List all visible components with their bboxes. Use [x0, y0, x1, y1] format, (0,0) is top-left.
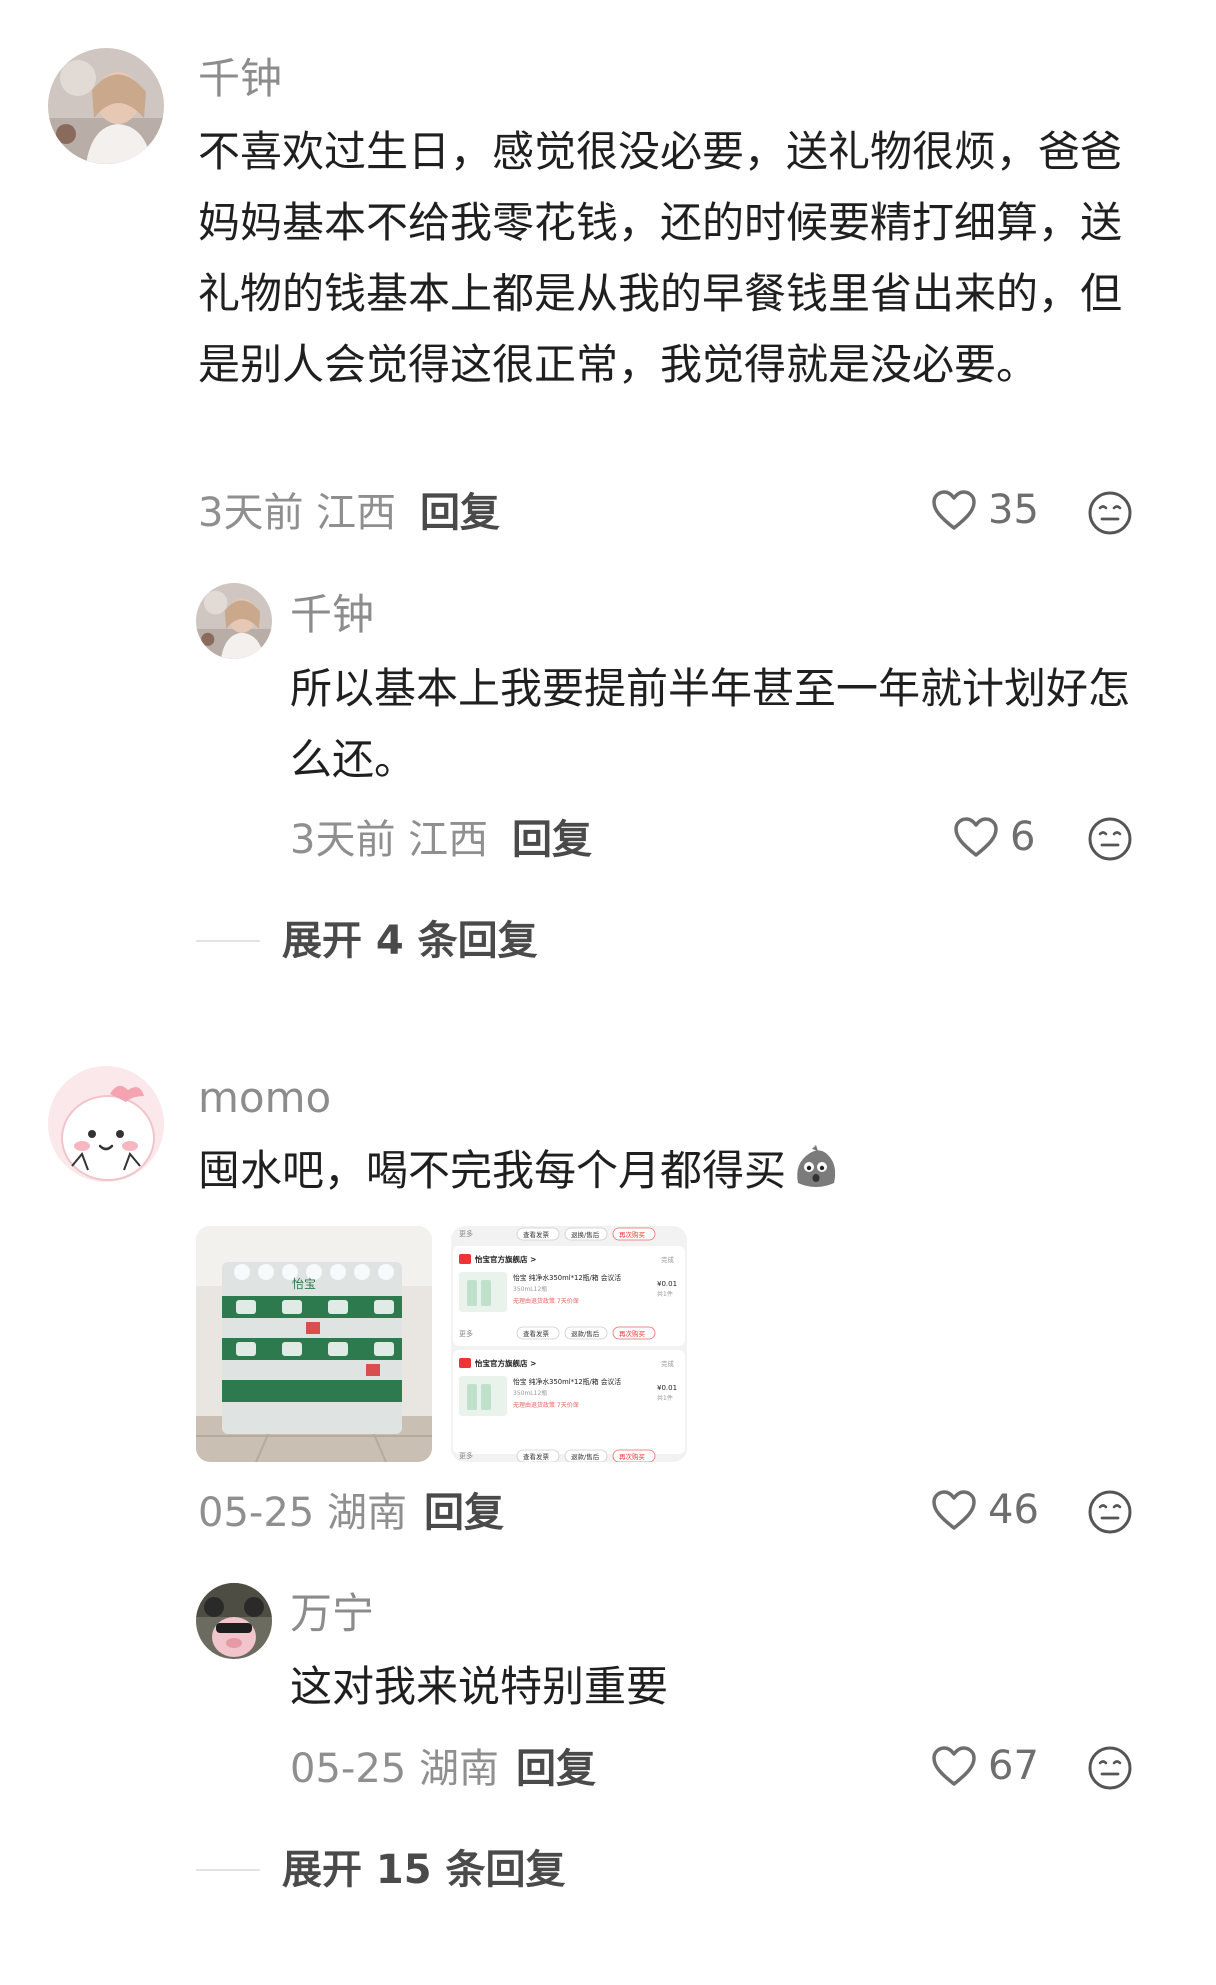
order-bottom-rebuy: 再次购买: [619, 1452, 646, 1461]
order-rebuy: 再次购买: [619, 1329, 646, 1338]
expand-replies-label: 展开 15 条回复: [282, 1847, 566, 1893]
reply-button[interactable]: 回复: [512, 820, 592, 860]
order-shop-name: 怡宝官方旗舰店 >: [475, 1254, 536, 1264]
reply-button[interactable]: 回复: [516, 1749, 596, 1789]
heart-outline-icon: [954, 817, 998, 857]
like-count: 46: [988, 1487, 1039, 1533]
order-product-title: 怡宝 纯净水350ml*12瓶/箱 会议活: [513, 1273, 621, 1282]
neutral-face-icon: [1088, 1490, 1132, 1534]
like-count: 35: [988, 487, 1039, 533]
neutral-face-icon: [1088, 817, 1132, 861]
like-button[interactable]: 67: [930, 1744, 1039, 1788]
order-top-invoice: 查看发票: [523, 1230, 550, 1239]
comment-author[interactable]: 千钟: [198, 58, 282, 100]
comment-meta: 3天前 江西: [198, 490, 397, 536]
comment-text-content: 囤水吧，喝不完我每个月都得买: [198, 1146, 787, 1195]
heart-outline-icon: [932, 1490, 976, 1530]
comment-author[interactable]: momo: [198, 1077, 331, 1119]
comment-text: 囤水吧，喝不完我每个月都得买: [198, 1135, 1140, 1206]
order-product-spec: 350mL12瓶: [513, 1285, 547, 1293]
order-invoice: 查看发票: [523, 1329, 550, 1338]
order-price: ¥0.01: [657, 1384, 677, 1392]
like-count: 67: [988, 1743, 1039, 1789]
order-aftersale: 退款/售后: [571, 1329, 600, 1338]
like-button[interactable]: 6: [952, 815, 1035, 859]
emoji-reaction-button[interactable]: [1087, 816, 1133, 862]
reply-text: 这对我来说特别重要: [290, 1662, 669, 1711]
order-bottom-invoice: 查看发票: [523, 1452, 550, 1461]
heart-outline-icon: [932, 490, 976, 530]
order-bottom-more: 更多: [459, 1451, 473, 1460]
divider-line: [196, 1869, 260, 1871]
photo-brand-label: 怡宝: [292, 1277, 316, 1291]
order-bottom-aftersale: 退款/售后: [571, 1452, 600, 1461]
order-top-aftersale: 退换/售后: [571, 1230, 600, 1239]
order-top-rebuy: 再次购买: [619, 1230, 646, 1239]
comment-text: 不喜欢过生日，感觉很没必要，送礼物很烦，爸爸妈妈基本不给我零花钱，还的时候要精打…: [198, 127, 1123, 389]
emoji-reaction-button[interactable]: [1087, 490, 1133, 536]
order-top-more: 更多: [459, 1229, 473, 1238]
rock-face-emoji: [797, 1145, 836, 1187]
expand-replies-button[interactable]: 展开 15 条回复: [196, 1850, 566, 1890]
neutral-face-icon: [1088, 1746, 1132, 1790]
reply-meta: 3天前 江西: [290, 817, 489, 863]
avatar[interactable]: [48, 48, 164, 164]
expand-replies-label: 展开 4 条回复: [282, 918, 538, 964]
order-qty: 共1件: [657, 1394, 673, 1402]
reply-avatar[interactable]: [196, 1583, 272, 1659]
reply-author[interactable]: 千钟: [290, 594, 374, 636]
avatar[interactable]: [48, 1066, 164, 1182]
reply-button[interactable]: 回复: [424, 1493, 504, 1533]
emoji-reaction-button[interactable]: [1087, 1489, 1133, 1535]
reply-author[interactable]: 万宁: [290, 1593, 374, 1635]
order-product-tags: 无理由退货政策 7天价保: [513, 1297, 579, 1305]
comment-meta: 05-25 湖南: [198, 1490, 407, 1536]
reply-button[interactable]: 回复: [420, 493, 500, 533]
comment-image-orders[interactable]: 更多 查看发票 退换/售后 再次购买 怡宝官方旗舰店 > 完成 怡宝 纯净水35…: [451, 1226, 687, 1462]
neutral-face-icon: [1088, 491, 1132, 535]
order-shop-name: 怡宝官方旗舰店 >: [475, 1358, 536, 1368]
divider-line: [196, 940, 260, 942]
order-qty: 共1件: [657, 1290, 673, 1298]
order-product-title: 怡宝 纯净水350ml*12瓶/箱 会议活: [513, 1377, 621, 1386]
order-more: 更多: [459, 1329, 473, 1338]
order-status: 完成: [661, 1255, 675, 1264]
reply-meta: 05-25 湖南: [290, 1746, 499, 1792]
order-price: ¥0.01: [657, 1280, 677, 1288]
like-button[interactable]: 35: [930, 488, 1039, 532]
reply-text: 所以基本上我要提前半年甚至一年就计划好怎么还。: [290, 664, 1131, 784]
order-status: 完成: [661, 1359, 675, 1368]
reply-avatar[interactable]: [196, 583, 272, 659]
like-count: 6: [1010, 814, 1036, 860]
expand-replies-button[interactable]: 展开 4 条回复: [196, 921, 538, 961]
comment-image-photo[interactable]: 怡宝: [196, 1226, 432, 1462]
order-product-tags: 无理由退货政策 7天价保: [513, 1401, 579, 1409]
heart-outline-icon: [932, 1746, 976, 1786]
emoji-reaction-button[interactable]: [1087, 1745, 1133, 1791]
like-button[interactable]: 46: [930, 1488, 1039, 1532]
order-product-spec: 350mL12瓶: [513, 1389, 547, 1397]
